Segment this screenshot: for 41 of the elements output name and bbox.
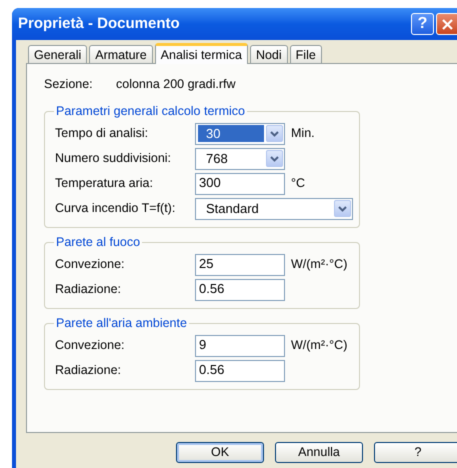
dialog-button[interactable]: Annulla	[275, 442, 363, 463]
input-field[interactable]: 300	[195, 172, 285, 194]
tab[interactable]: File	[290, 45, 322, 63]
window-title: Proprietà - Documento	[18, 14, 181, 34]
dialog-button[interactable]: ?	[374, 442, 457, 463]
tab[interactable]: Armature	[89, 45, 153, 63]
chevron-down-icon	[338, 206, 347, 212]
close-button[interactable]	[436, 13, 457, 35]
chevron-down-icon	[270, 130, 279, 136]
section-label: Sezione:	[44, 76, 94, 93]
field-label: Numero suddivisioni:	[55, 150, 172, 168]
field-label: Convezione:	[55, 337, 126, 354]
field-label: Temperatura aria:	[55, 175, 154, 192]
unit-label: W/(m²·°C)	[291, 337, 348, 354]
field-label: Curva incendio T=f(t):	[55, 200, 176, 218]
input-field[interactable]: 25	[195, 254, 285, 276]
input-field[interactable]: 9	[195, 334, 285, 356]
dropdown-button[interactable]	[266, 150, 283, 167]
help-button[interactable]: ?	[411, 13, 434, 35]
unit-label: W/(m²·°C)	[291, 256, 348, 274]
field-label: Convezione:	[55, 256, 126, 274]
dropdown-field[interactable]: 768	[195, 148, 285, 170]
field-label: Radiazione:	[55, 362, 122, 380]
field-label: Tempo di analisi:	[55, 125, 150, 142]
tab[interactable]: Generali	[28, 45, 88, 63]
input-field[interactable]: 0.56	[195, 278, 285, 300]
close-icon	[442, 18, 453, 30]
group-title: Parametri generali calcolo termico	[54, 103, 247, 119]
input-field[interactable]: 0.56	[195, 360, 285, 382]
dropdown-button[interactable]	[334, 200, 351, 217]
unit-label: °C	[291, 175, 306, 192]
dropdown-field[interactable]: Standard	[195, 198, 353, 220]
dialog-button[interactable]: OK	[176, 442, 264, 463]
tab[interactable]: Analisi termica	[154, 43, 248, 64]
dropdown-field[interactable]: 30	[195, 122, 285, 144]
section-value: colonna 200 gradi.rfw	[116, 76, 236, 93]
field-label: Radiazione:	[55, 281, 122, 298]
dropdown-button[interactable]	[266, 125, 283, 142]
tab[interactable]: Nodi	[250, 45, 288, 63]
chevron-down-icon	[270, 156, 279, 162]
unit-label: Min.	[291, 125, 315, 142]
